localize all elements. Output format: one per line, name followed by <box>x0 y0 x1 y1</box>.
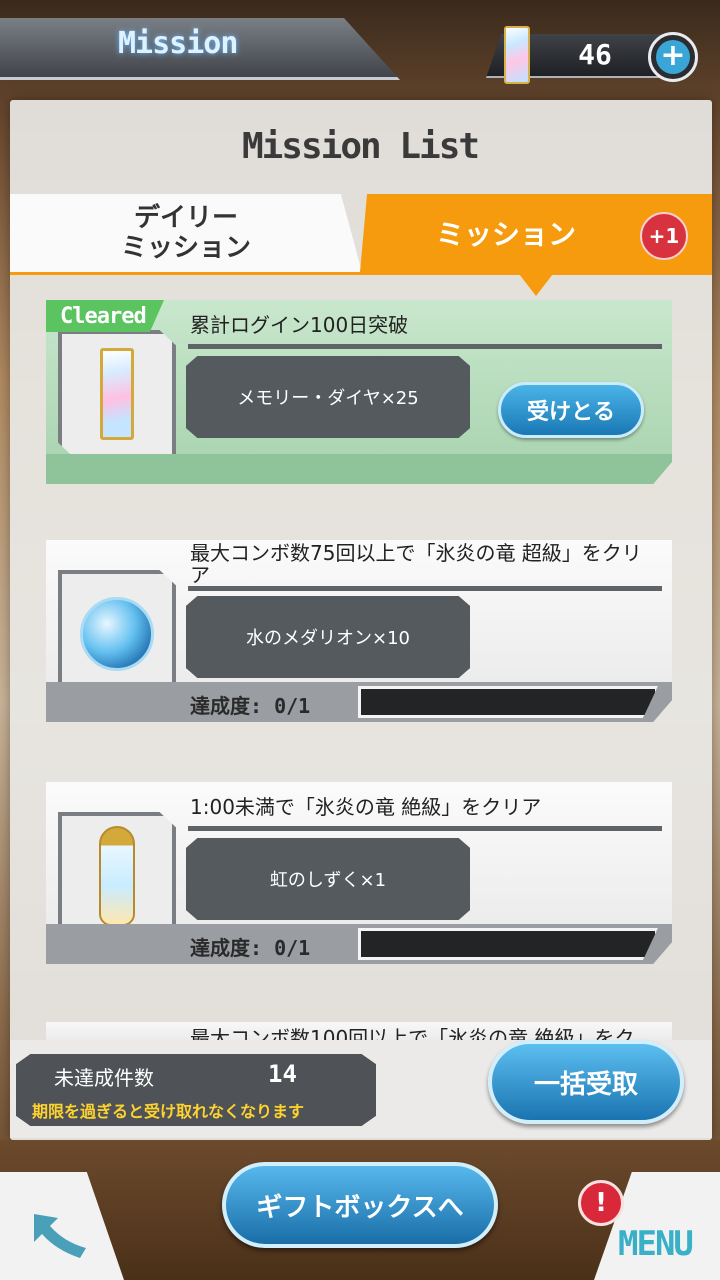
mission-card: 1:00未満で「氷炎の竜 絶級」をクリア 虹のしずく×1 達成度: 0/1 <box>46 782 672 964</box>
memory-diamond-icon <box>504 26 530 84</box>
reward-plate: メモリー・ダイヤ×25 <box>186 356 470 438</box>
progress-bar <box>358 686 658 718</box>
reward-label: 虹のしずく×1 <box>269 870 387 891</box>
reward-plate: 水のメダリオン×10 <box>186 596 470 678</box>
mission-card: 最大コンボ数75回以上で「氷炎の竜 超級」をクリア 水のメダリオン×10 達成度… <box>46 540 672 722</box>
claim-button[interactable]: 受けとる <box>498 382 644 438</box>
tab-divider <box>10 272 712 275</box>
panel-title: Mission List <box>241 126 480 167</box>
title-rule <box>188 344 662 349</box>
progress-bar <box>358 928 658 960</box>
water-medallion-icon <box>80 597 154 671</box>
card-footer <box>46 454 672 484</box>
tab-daily-label: デイリー ミッション <box>120 203 251 263</box>
mission-title: 1:00未満で「氷炎の竜 絶級」をクリア <box>190 795 542 819</box>
currency-value: 46 <box>578 38 612 71</box>
pending-label: 未達成件数 <box>54 1066 154 1090</box>
pending-count: 14 <box>268 1060 297 1088</box>
plus-icon: + <box>656 40 690 74</box>
tab-mission-label: ミッション <box>435 218 576 251</box>
reward-icon-box <box>58 330 176 458</box>
progress-label: 達成度: 0/1 <box>190 936 311 960</box>
title-rule <box>188 826 662 831</box>
reward-label: メモリー・ダイヤ×25 <box>237 388 419 409</box>
expiry-warning: 期限を過ぎると受け取れなくなります <box>32 1102 305 1121</box>
memory-diamond-icon <box>100 348 134 440</box>
tab-daily-mission[interactable]: デイリー ミッション <box>10 194 362 272</box>
gift-box-button[interactable]: ギフトボックスへ <box>222 1162 498 1248</box>
title-rule <box>188 586 662 591</box>
reward-icon-box <box>58 812 176 940</box>
menu-label: MENU <box>618 1224 694 1264</box>
reward-icon-box <box>58 570 176 698</box>
top-bar: Mission 46 + <box>0 0 720 100</box>
reward-label: 水のメダリオン×10 <box>246 628 410 649</box>
mission-title: 累計ログイン100日突破 <box>190 313 409 337</box>
tab-notification-badge: +1 <box>640 212 688 260</box>
page-title: Mission <box>118 26 238 61</box>
reward-plate: 虹のしずく×1 <box>186 838 470 920</box>
back-arrow-icon <box>34 1214 86 1258</box>
add-currency-button[interactable]: + <box>648 32 698 82</box>
mission-title: 最大コンボ数75回以上で「氷炎の竜 超級」をクリア <box>190 541 642 587</box>
rainbow-drop-icon <box>99 826 135 926</box>
alert-icon: ! <box>578 1180 624 1226</box>
cleared-badge: Cleared <box>46 300 164 332</box>
progress-label: 達成度: 0/1 <box>190 694 311 718</box>
bulk-claim-button[interactable]: 一括受取 <box>488 1040 684 1124</box>
